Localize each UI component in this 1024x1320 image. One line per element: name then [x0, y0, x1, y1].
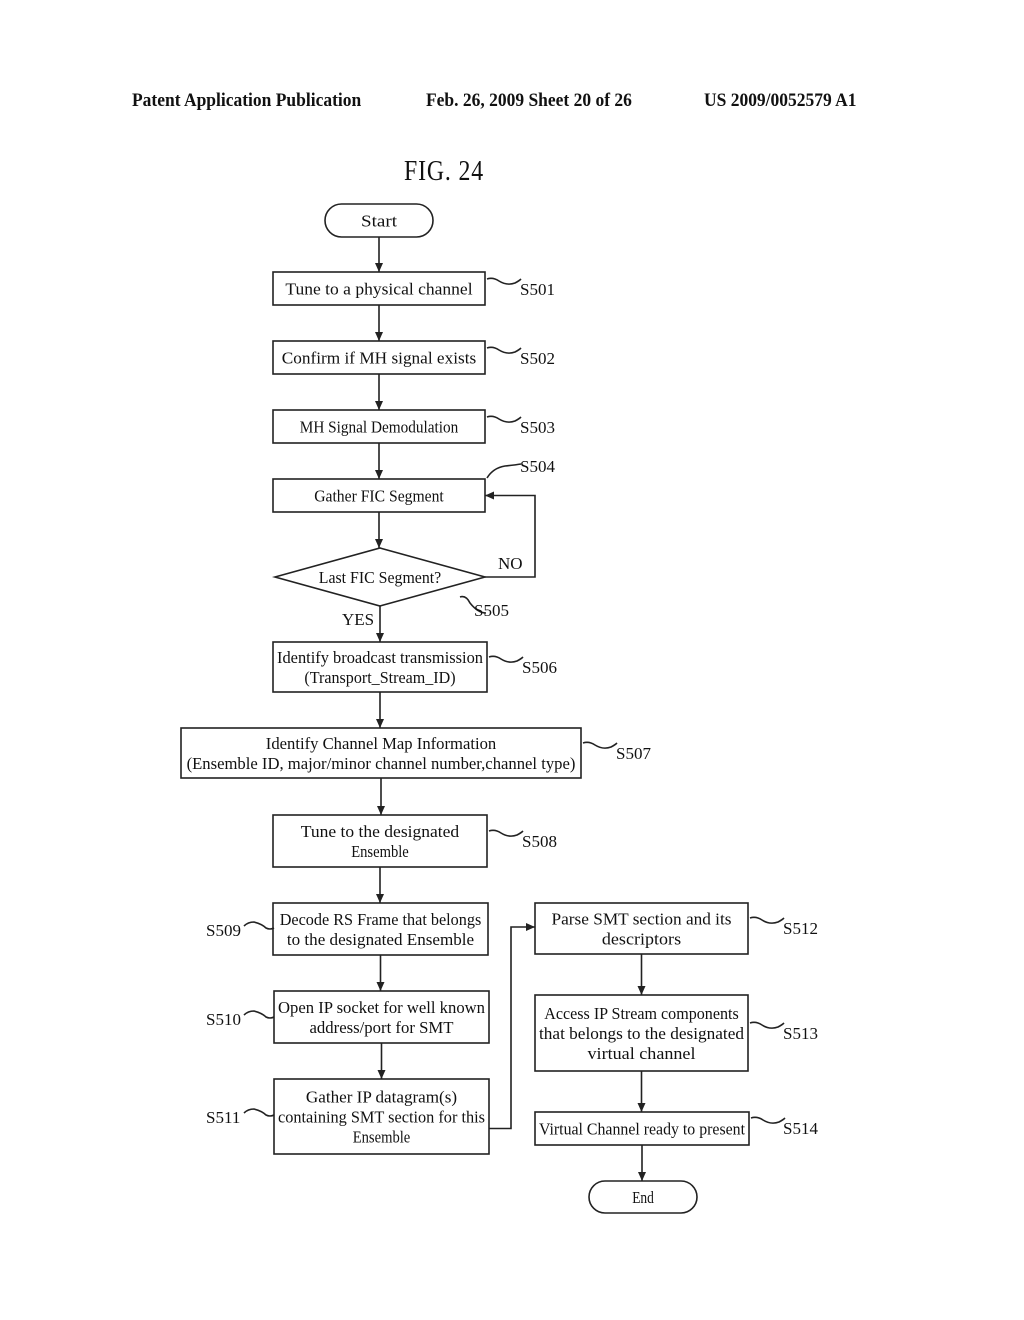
node-s514: Virtual Channel ready to present: [534, 1111, 750, 1146]
step-label: S509: [206, 921, 241, 940]
edge-s511-s512: [489, 923, 535, 1130]
node-text: Gather FIC Segment: [314, 487, 444, 506]
step-label: S505: [474, 601, 509, 620]
node-text: Confirm if MH signal exists: [282, 349, 476, 368]
step-label: S511: [206, 1108, 240, 1127]
node-text: that belongs to the designated: [539, 1024, 744, 1043]
edge-label-yes: YES: [342, 610, 374, 629]
node-text: Access IP Stream components: [544, 1004, 738, 1023]
step-label: S510: [206, 1010, 241, 1029]
node-text: Parse SMT section and its: [552, 910, 732, 929]
node-s502: Confirm if MH signal exists: [272, 340, 486, 375]
node-s511: Gather IP datagram(s)containing SMT sect…: [273, 1078, 490, 1155]
step-label: S503: [520, 418, 555, 437]
label-leader: [243, 1010, 275, 1019]
node-text: Last FIC Segment?: [319, 568, 441, 587]
node-s505: Last FIC Segment?: [271, 547, 489, 607]
node-text: Gather IP datagram(s): [306, 1088, 457, 1107]
node-text: Start: [361, 212, 397, 231]
label-leader: [749, 916, 785, 924]
node-s512: Parse SMT section and itsdescriptors: [534, 902, 749, 955]
node-text: MH Signal Demodulation: [300, 418, 459, 437]
node-s506: Identify broadcast transmission(Transpor…: [272, 641, 488, 693]
step-label: S514: [783, 1119, 818, 1138]
node-text: Open IP socket for well known: [278, 998, 485, 1017]
step-label: S501: [520, 280, 555, 299]
node-text: (Transport_Stream_ID): [304, 668, 455, 687]
node-end: End: [588, 1180, 698, 1214]
label-leader: [486, 277, 522, 285]
node-text: Tune to the designated: [301, 822, 460, 841]
node-text: to the designated Ensemble: [287, 930, 474, 949]
label-leader: [582, 741, 618, 749]
node-s508: Tune to the designatedEnsemble: [272, 814, 488, 868]
step-label: S512: [783, 919, 818, 938]
node-text: address/port for SMT: [310, 1018, 455, 1037]
label-leader: [243, 1108, 275, 1117]
step-label: S502: [520, 349, 555, 368]
node-text: End: [632, 1188, 654, 1207]
step-label: S513: [783, 1024, 818, 1043]
node-text: (Ensemble ID, major/minor channel number…: [187, 754, 576, 773]
node-s504: Gather FIC Segment: [272, 478, 486, 513]
edge-label-no: NO: [498, 554, 523, 573]
label-leader: [243, 921, 275, 930]
label-leader: [486, 346, 522, 354]
node-s501: Tune to a physical channel: [272, 271, 486, 306]
node-start: Start: [324, 203, 434, 238]
label-leader: [488, 829, 524, 837]
flowchart: Start Tune to a physical channel Confirm i…: [180, 203, 818, 1214]
node-text: Tune to a physical channel: [285, 280, 472, 299]
label-leader: [486, 415, 522, 423]
label-leader: [750, 1116, 786, 1124]
step-label: S507: [616, 744, 651, 763]
label-leader: [749, 1021, 785, 1029]
node-s507: Identify Channel Map Information(Ensembl…: [180, 727, 582, 779]
label-leader: [486, 463, 522, 479]
node-s513: Access IP Stream componentsthat belongs …: [534, 994, 749, 1072]
node-s510: Open IP socket for well knownaddress/por…: [273, 990, 490, 1044]
node-text: Ensemble: [353, 1128, 411, 1147]
node-text: Virtual Channel ready to present: [539, 1120, 745, 1139]
label-leader: [488, 655, 524, 663]
node-text: Identify broadcast transmission: [277, 648, 483, 667]
node-text: Identify Channel Map Information: [266, 734, 497, 753]
step-label: S504: [520, 457, 555, 476]
node-text: virtual channel: [588, 1044, 696, 1063]
node-text: Decode RS Frame that belongs: [280, 910, 482, 929]
node-s503: MH Signal Demodulation: [272, 409, 486, 444]
node-text: containing SMT section for this: [278, 1108, 485, 1127]
step-label: S506: [522, 658, 557, 677]
node-text: Ensemble: [351, 842, 409, 861]
node-text: descriptors: [602, 930, 681, 949]
step-label: S508: [522, 832, 557, 851]
node-s509: Decode RS Frame that belongsto the desig…: [272, 902, 489, 956]
